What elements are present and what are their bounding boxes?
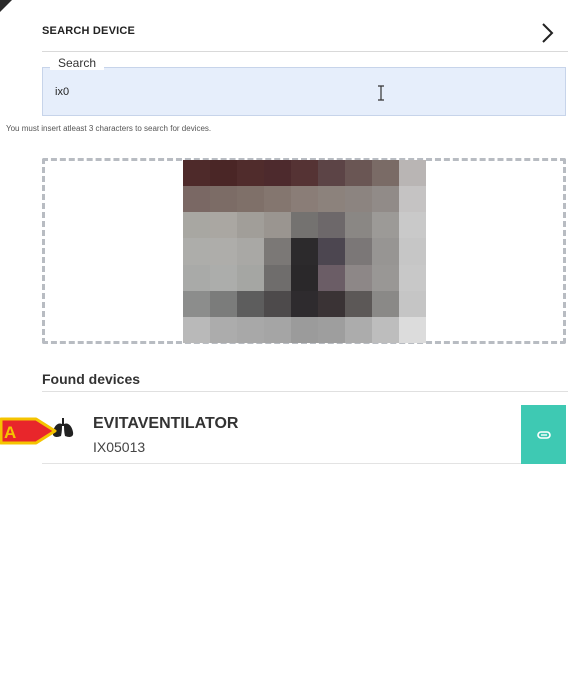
link-icon	[536, 430, 551, 439]
found-devices-title: Found devices	[42, 371, 141, 387]
device-id: IX05013	[93, 439, 146, 455]
search-input[interactable]	[42, 67, 566, 116]
callout-label: A	[4, 423, 16, 442]
search-input-value[interactable]: ix0	[55, 86, 69, 98]
search-hint: You must insert atleast 3 characters to …	[6, 124, 212, 133]
text-cursor-icon	[378, 85, 384, 101]
callout-marker: A	[0, 417, 57, 445]
camera-preview-image	[183, 160, 426, 343]
device-name: EVITAVENTILATOR	[93, 415, 239, 432]
panel-header: SEARCH DEVICE	[42, 14, 568, 52]
divider	[42, 391, 568, 392]
chevron-right-icon[interactable]	[536, 20, 558, 46]
search-label: Search	[50, 56, 105, 70]
corner-marker	[0, 0, 12, 12]
connect-device-button[interactable]	[521, 405, 566, 464]
list-item[interactable]: EVITAVENTILATOR IX05013	[42, 405, 566, 464]
page-title: SEARCH DEVICE	[42, 25, 136, 37]
